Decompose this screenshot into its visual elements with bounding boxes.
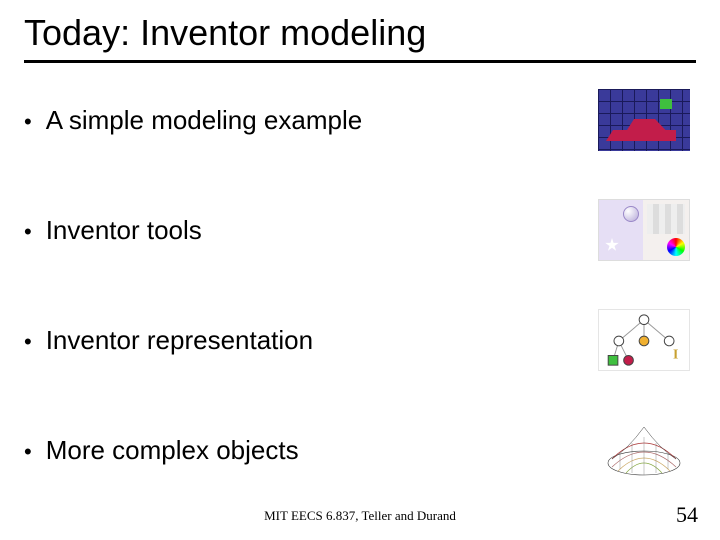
- bullet-row: Inventor representation I: [24, 309, 696, 371]
- slide-title: Today: Inventor modeling: [24, 12, 696, 63]
- bullet-text: Inventor representation: [24, 325, 313, 356]
- bullet-text: More complex objects: [24, 435, 299, 466]
- slide-footer: MIT EECS 6.837, Teller and Durand: [0, 508, 720, 524]
- bullet-list: A simple modeling example Inventor tools…: [24, 89, 696, 481]
- tools-panel-icon: [598, 199, 690, 261]
- bullet-text: Inventor tools: [24, 215, 202, 246]
- slide: Today: Inventor modeling A simple modeli…: [0, 0, 720, 540]
- saddle-surface-icon: [598, 419, 690, 481]
- bullet-text: A simple modeling example: [24, 105, 362, 136]
- bullet-row: Inventor tools: [24, 199, 696, 261]
- boat-grid-icon: [598, 89, 690, 151]
- page-number: 54: [676, 502, 698, 528]
- bullet-row: A simple modeling example: [24, 89, 696, 151]
- scene-graph-icon: I: [598, 309, 690, 371]
- svg-text:I: I: [673, 346, 678, 361]
- bullet-row: More complex objects: [24, 419, 696, 481]
